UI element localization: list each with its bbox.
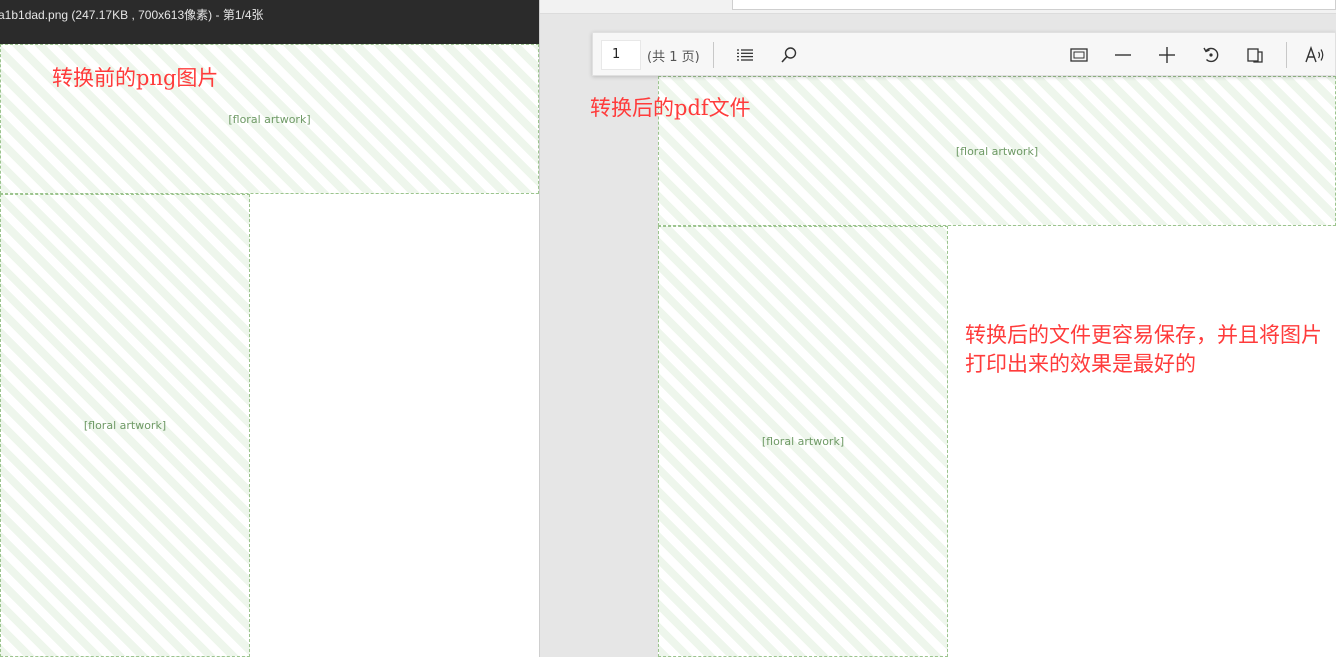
read-aloud-button[interactable]	[1299, 40, 1331, 70]
table-of-contents-icon	[737, 49, 753, 61]
floral-artwork-pdf-left: [floral artwork]	[658, 226, 948, 657]
toolbar-divider	[713, 42, 714, 68]
page-view-icon	[1247, 48, 1263, 63]
fit-page-button[interactable]	[1063, 40, 1095, 70]
caption-before-png: 转换前的png图片	[52, 66, 219, 90]
fit-page-icon	[1070, 48, 1088, 62]
browser-strip	[540, 0, 1336, 14]
pdf-toolbar: 1 (共 1 页)	[592, 32, 1336, 76]
page-view-button[interactable]	[1239, 40, 1271, 70]
rotate-button[interactable]	[1195, 40, 1227, 70]
read-aloud-icon	[1305, 46, 1324, 63]
zoom-in-icon	[1159, 47, 1175, 63]
search-icon	[781, 47, 797, 63]
search-button[interactable]	[773, 40, 805, 70]
image-viewer-titlebar: a1b1dad.png (247.17KB , 700x613像素) - 第1/…	[0, 0, 539, 44]
caption-note: 转换后的文件更容易保存，并且将图片打印出来的效果是最好的	[965, 323, 1322, 376]
image-viewer-title: a1b1dad.png (247.17KB , 700x613像素) - 第1/…	[0, 8, 264, 22]
page-count-label: (共 1 页)	[647, 50, 700, 65]
rotate-icon	[1203, 47, 1219, 63]
zoom-out-icon	[1115, 54, 1131, 56]
page-number-input[interactable]: 1	[601, 40, 641, 70]
floral-artwork-left: [floral artwork]	[0, 194, 250, 657]
caption-after-pdf: 转换后的pdf文件	[590, 96, 751, 120]
toolbar-divider-right	[1286, 42, 1287, 68]
zoom-in-button[interactable]	[1151, 40, 1183, 70]
floral-artwork-pdf-top: [floral artwork]	[658, 76, 1336, 226]
zoom-out-button[interactable]	[1107, 40, 1139, 70]
table-of-contents-button[interactable]	[729, 40, 761, 70]
address-bar[interactable]	[732, 0, 1336, 10]
image-viewer-window: a1b1dad.png (247.17KB , 700x613像素) - 第1/…	[0, 0, 539, 657]
